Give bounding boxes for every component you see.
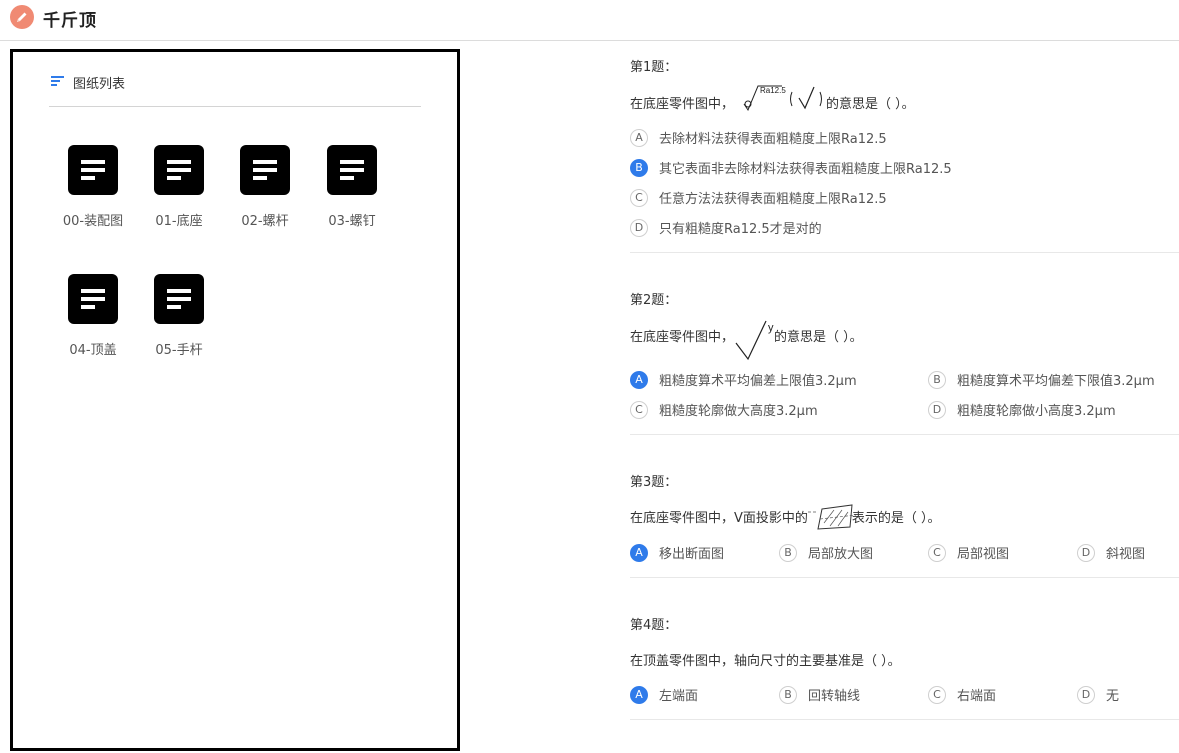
question-number: 第2题： <box>630 293 678 308</box>
option-b[interactable]: B 局部放大图 <box>779 543 873 562</box>
option-letter: B <box>779 685 797 704</box>
drawing-item-label: 01-底座 <box>155 214 203 229</box>
drawing-item-label: 02-螺杆 <box>241 214 289 229</box>
option-b[interactable]: B 回转轴线 <box>779 685 860 704</box>
option-c[interactable]: C 任意方法法获得表面粗糙度上限Ra12.5 <box>630 188 887 207</box>
option-text: 斜视图 <box>1106 547 1146 562</box>
question-text-post: 表示的是（ ）。 <box>851 511 941 526</box>
option-a[interactable]: A 粗糙度算术平均偏差上限值3.2μm <box>630 370 857 389</box>
question-1: 第1题： 在底座零件图中， Ra12.5 的意思是（ ）。 A 去除材料法获得表面… <box>630 46 1179 253</box>
option-letter: D <box>630 218 648 237</box>
option-letter: D <box>928 400 946 419</box>
question-text: 在底座零件图中， Ra12.5 的意思是（ ）。 <box>630 84 915 112</box>
option-text: 粗糙度算术平均偏差下限值3.2μm <box>957 374 1155 389</box>
question-text-post: 的意思是（ ）。 <box>826 97 915 112</box>
option-d[interactable]: D无 <box>1077 685 1119 704</box>
option-text: 其它表面非去除材料法获得表面粗糙度上限Ra12.5 <box>659 162 952 177</box>
option-text: 无 <box>1106 689 1120 704</box>
option-letter: C <box>928 543 946 562</box>
question-text-post: 的意思是（ ）。 <box>774 330 863 345</box>
question-3: 第3题： 在底座零件图中，V面投影中的 表示的是（ ）。 A 移出断面图 B 局部放… <box>630 461 1179 578</box>
option-c[interactable]: C 粗糙度轮廓做大高度3.2μm <box>630 400 818 419</box>
option-d[interactable]: D 只有粗糙度Ra12.5才是对的 <box>630 218 822 237</box>
question-text: 在底座零件图中，V面投影中的 表示的是（ ）。 <box>630 501 941 531</box>
option-c[interactable]: C 右端面 <box>928 685 996 704</box>
drawing-item-02[interactable]: 02-螺杆 <box>222 145 308 229</box>
question-4: 第4题： 在顶盖零件图中，轴向尺寸的主要基准是（ ）。 A 左端面 B 回转轴线 C… <box>630 604 1179 720</box>
drawing-item-03[interactable]: 03-螺钉 <box>309 145 395 229</box>
option-letter: B <box>779 543 797 562</box>
question-text: 在顶盖零件图中，轴向尺寸的主要基准是（ ）。 <box>630 654 901 669</box>
list-icon <box>51 76 64 86</box>
option-text: 移出断面图 <box>659 547 725 562</box>
option-text: 局部视图 <box>957 547 1010 562</box>
pencil-icon <box>10 5 34 29</box>
option-b[interactable]: B 其它表面非去除材料法获得表面粗糙度上限Ra12.5 <box>630 158 952 177</box>
roughness-value: Ra12.5 <box>760 86 786 95</box>
document-icon <box>240 145 290 195</box>
question-text: 在底座零件图中， y 的意思是（ ）。 <box>630 319 863 361</box>
document-icon <box>154 145 204 195</box>
drawing-list-panel: 图纸列表 00-装配图 01-底座 02-螺杆 03-螺钉 04-顶盖 05-手… <box>10 49 460 751</box>
option-letter: C <box>630 400 648 419</box>
option-letter: A <box>630 128 648 147</box>
option-d[interactable]: D 粗糙度轮廓做小高度3.2μm <box>928 400 1116 419</box>
question-text-pre: 在底座零件图中， <box>630 97 735 112</box>
roughness-symbol-icon: Ra12.5 <box>743 85 823 112</box>
drawing-item-label: 03-螺钉 <box>328 214 376 229</box>
option-a[interactable]: A 移出断面图 <box>630 543 724 562</box>
question-2: 第2题： 在底座零件图中， y 的意思是（ ）。 A 粗糙度算术平均偏差上限值3.… <box>630 279 1179 435</box>
option-d[interactable]: D 斜视图 <box>1077 543 1145 562</box>
drawing-list-title: 图纸列表 <box>73 77 126 92</box>
option-text: 粗糙度轮廓做小高度3.2μm <box>957 404 1116 419</box>
option-text: 右端面 <box>957 689 997 704</box>
document-icon <box>327 145 377 195</box>
drawing-list-header: 图纸列表 <box>49 72 421 107</box>
app-header: 千斤顶 <box>0 0 1179 41</box>
option-b[interactable]: B 粗糙度算术平均偏差下限值3.2μm <box>928 370 1155 389</box>
option-text: 粗糙度轮廓做大高度3.2μm <box>659 404 818 419</box>
option-text: 局部放大图 <box>808 547 874 562</box>
roughness-symbol-icon: y <box>735 320 774 361</box>
drawing-item-label: 00-装配图 <box>62 214 124 229</box>
option-letter: A <box>630 685 648 704</box>
drawing-item-01[interactable]: 01-底座 <box>136 145 222 229</box>
option-letter: C <box>630 188 648 207</box>
option-letter: A <box>630 543 648 562</box>
question-number: 第3题： <box>630 475 678 490</box>
option-text: 左端面 <box>659 689 699 704</box>
question-text-pre: 在底座零件图中， <box>630 330 735 345</box>
option-letter: D <box>1077 685 1095 704</box>
option-text: 回转轴线 <box>808 689 861 704</box>
document-icon <box>154 274 204 324</box>
option-letter: A <box>630 370 648 389</box>
option-a[interactable]: A 左端面 <box>630 685 698 704</box>
option-a[interactable]: A 去除材料法获得表面粗糙度上限Ra12.5 <box>630 128 887 147</box>
option-letter: B <box>928 370 946 389</box>
option-text: 去除材料法获得表面粗糙度上限Ra12.5 <box>659 132 887 147</box>
drawing-item-05[interactable]: 05-手杆 <box>136 274 222 358</box>
option-c[interactable]: C 局部视图 <box>928 543 1009 562</box>
drawing-item-00[interactable]: 00-装配图 <box>50 145 136 229</box>
drawing-item-04[interactable]: 04-顶盖 <box>50 274 136 358</box>
option-letter: D <box>1077 543 1095 562</box>
question-number: 第1题： <box>630 60 678 75</box>
question-text-pre: 在底座零件图中，V面投影中的 <box>630 511 808 526</box>
document-icon <box>68 145 118 195</box>
app-title: 千斤顶 <box>43 11 97 31</box>
question-number: 第4题： <box>630 618 678 633</box>
option-text: 只有粗糙度Ra12.5才是对的 <box>659 222 822 237</box>
document-icon <box>68 274 118 324</box>
drawing-item-label: 05-手杆 <box>155 343 203 358</box>
option-letter: B <box>630 158 648 177</box>
option-letter: C <box>928 685 946 704</box>
option-text: 粗糙度算术平均偏差上限值3.2μm <box>659 374 857 389</box>
drawing-item-label: 04-顶盖 <box>69 343 117 358</box>
option-text: 任意方法法获得表面粗糙度上限Ra12.5 <box>659 192 887 207</box>
